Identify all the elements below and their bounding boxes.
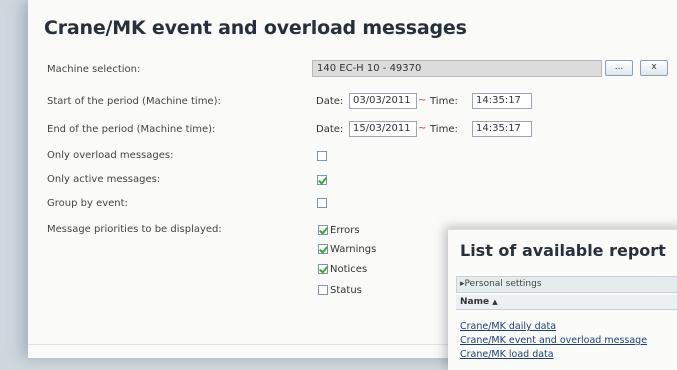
end-separator: ~	[418, 123, 427, 134]
priorities-label: Message priorities to be displayed:	[47, 224, 222, 235]
priority-errors-label: Errors	[330, 225, 360, 236]
only-overload-checkbox[interactable]	[317, 151, 327, 161]
divider	[28, 344, 448, 345]
end-date-input[interactable]: 15/03/2011	[349, 121, 417, 137]
only-overload-label: Only overload messages:	[47, 150, 174, 161]
priority-warnings-checkbox[interactable]	[318, 244, 328, 254]
end-date-label: Date:	[316, 124, 344, 135]
report-link[interactable]: Crane/MK daily data	[460, 321, 556, 332]
report-link[interactable]: Crane/MK load data	[460, 349, 554, 360]
priority-status-checkbox[interactable]	[318, 285, 328, 295]
start-date-input[interactable]: 03/03/2011	[349, 93, 417, 109]
group-by-event-checkbox[interactable]	[317, 198, 327, 208]
start-time-input[interactable]: 14:35:17	[472, 93, 532, 109]
priority-notices-label: Notices	[330, 264, 368, 275]
name-column-label: Name	[460, 297, 490, 307]
priority-errors-checkbox[interactable]	[318, 225, 328, 235]
reports-window: List of available report ▸Personal setti…	[448, 229, 677, 370]
end-period-label: End of the period (Machine time):	[47, 124, 216, 135]
start-time-label: Time:	[430, 96, 458, 107]
start-separator: ~	[418, 95, 427, 106]
machine-selection-field[interactable]: 140 EC-H 10 - 49370	[312, 60, 602, 77]
group-by-event-label: Group by event:	[47, 198, 128, 209]
priority-warnings-label: Warnings	[330, 244, 377, 255]
clear-machine-button[interactable]: x	[640, 60, 668, 76]
personal-settings-toggle[interactable]: ▸Personal settings	[456, 276, 677, 293]
machine-selection-label: Machine selection:	[47, 64, 141, 75]
priority-status-label: Status	[330, 285, 362, 296]
report-link[interactable]: Crane/MK event and overload message	[460, 335, 647, 346]
browse-machine-button[interactable]: ...	[605, 60, 633, 76]
sort-ascending-icon: ▲	[492, 298, 498, 306]
end-time-label: Time:	[430, 124, 458, 135]
reports-title: List of available report	[460, 241, 666, 260]
only-active-checkbox[interactable]	[317, 175, 327, 185]
end-time-input[interactable]: 14:35:17	[472, 121, 532, 137]
name-column-header[interactable]: Name ▲	[456, 295, 677, 310]
start-period-label: Start of the period (Machine time):	[47, 96, 221, 107]
page-title: Crane/MK event and overload messages	[44, 17, 467, 39]
personal-settings-label: Personal settings	[464, 279, 542, 289]
priority-notices-checkbox[interactable]	[318, 264, 328, 274]
start-date-label: Date:	[316, 96, 344, 107]
only-active-label: Only active messages:	[47, 174, 161, 185]
